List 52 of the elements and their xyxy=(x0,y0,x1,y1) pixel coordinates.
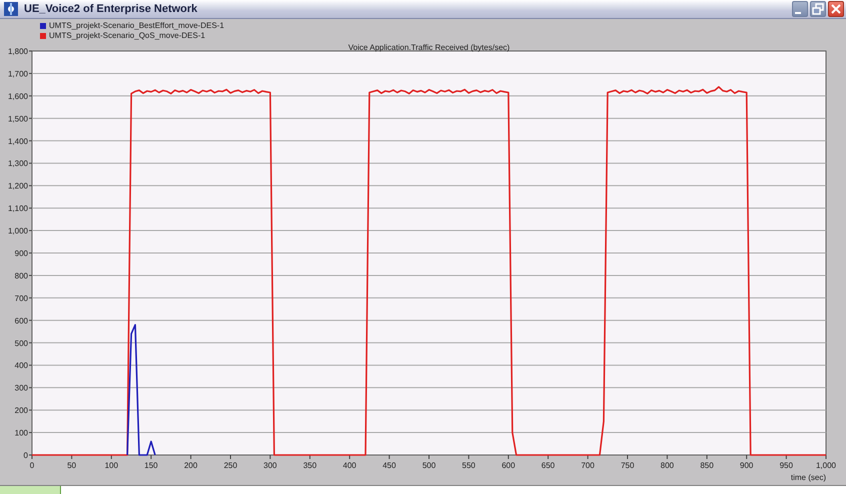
x-axis-label: 900 xyxy=(740,461,754,470)
x-axis-label: 50 xyxy=(67,461,76,470)
close-button[interactable] xyxy=(828,1,844,18)
x-axis-label: 250 xyxy=(224,461,238,470)
x-axis-title: time (sec) xyxy=(790,473,826,482)
y-axis-label: 1,500 xyxy=(8,114,28,124)
x-axis-label: 950 xyxy=(780,461,793,470)
y-axis-label: 1,300 xyxy=(8,160,28,169)
legend-label: UMTS_projekt-Scenario_BestEffort_move-DES-1 xyxy=(49,21,224,32)
x-axis-label: 500 xyxy=(422,461,436,470)
y-axis-label: 1,400 xyxy=(8,137,28,146)
x-axis-label: 600 xyxy=(502,461,516,470)
x-axis-label: 150 xyxy=(144,461,158,470)
x-axis-label: 1,000 xyxy=(816,461,836,470)
x-axis-label: 300 xyxy=(264,461,277,470)
y-axis-label: 400 xyxy=(14,362,28,371)
x-axis-label: 700 xyxy=(581,461,594,470)
y-axis-label: 900 xyxy=(14,249,28,258)
y-axis-label: 1,800 xyxy=(8,47,28,56)
x-axis-label: 450 xyxy=(382,461,396,470)
y-axis-label: 700 xyxy=(14,294,28,304)
y-axis-label: 500 xyxy=(14,339,28,348)
restore-button[interactable] xyxy=(810,1,826,18)
y-axis-label: 1,100 xyxy=(8,204,28,214)
restore-icon xyxy=(811,2,825,16)
legend-label: UMTS_projekt-Scenario_QoS_move-DES-1 xyxy=(49,31,206,42)
y-axis-label: 1,200 xyxy=(8,182,28,191)
y-axis-label: 300 xyxy=(14,384,28,393)
x-axis-label: 350 xyxy=(303,461,317,470)
chart-title: Voice Application.Traffic Received (bytes/sec) xyxy=(348,43,510,52)
y-axis-label: 1,000 xyxy=(8,226,28,236)
y-axis-label: 1,600 xyxy=(8,92,28,102)
x-axis-label: 650 xyxy=(541,461,555,470)
x-axis-label: 550 xyxy=(462,461,476,470)
x-axis-label: 850 xyxy=(700,461,714,470)
minimize-icon xyxy=(795,12,801,14)
x-axis-label: 800 xyxy=(660,461,674,470)
y-axis-label: 800 xyxy=(14,272,28,281)
y-axis-label: 600 xyxy=(14,316,28,326)
minimize-button[interactable] xyxy=(792,1,808,18)
y-axis-label: 0 xyxy=(24,451,28,460)
close-icon xyxy=(829,2,843,16)
x-axis-label: 0 xyxy=(30,461,34,470)
x-axis-label: 400 xyxy=(342,461,356,470)
x-axis-label: 750 xyxy=(620,461,634,470)
y-axis-label: 100 xyxy=(14,428,28,438)
y-axis-label: 1,700 xyxy=(8,70,28,79)
y-axis-label: 200 xyxy=(14,406,28,416)
app-icon xyxy=(4,2,18,16)
x-axis-label: 200 xyxy=(184,461,198,470)
x-axis-label: 100 xyxy=(104,461,118,470)
window-title: UE_Voice2 of Enterprise Network xyxy=(24,3,198,16)
